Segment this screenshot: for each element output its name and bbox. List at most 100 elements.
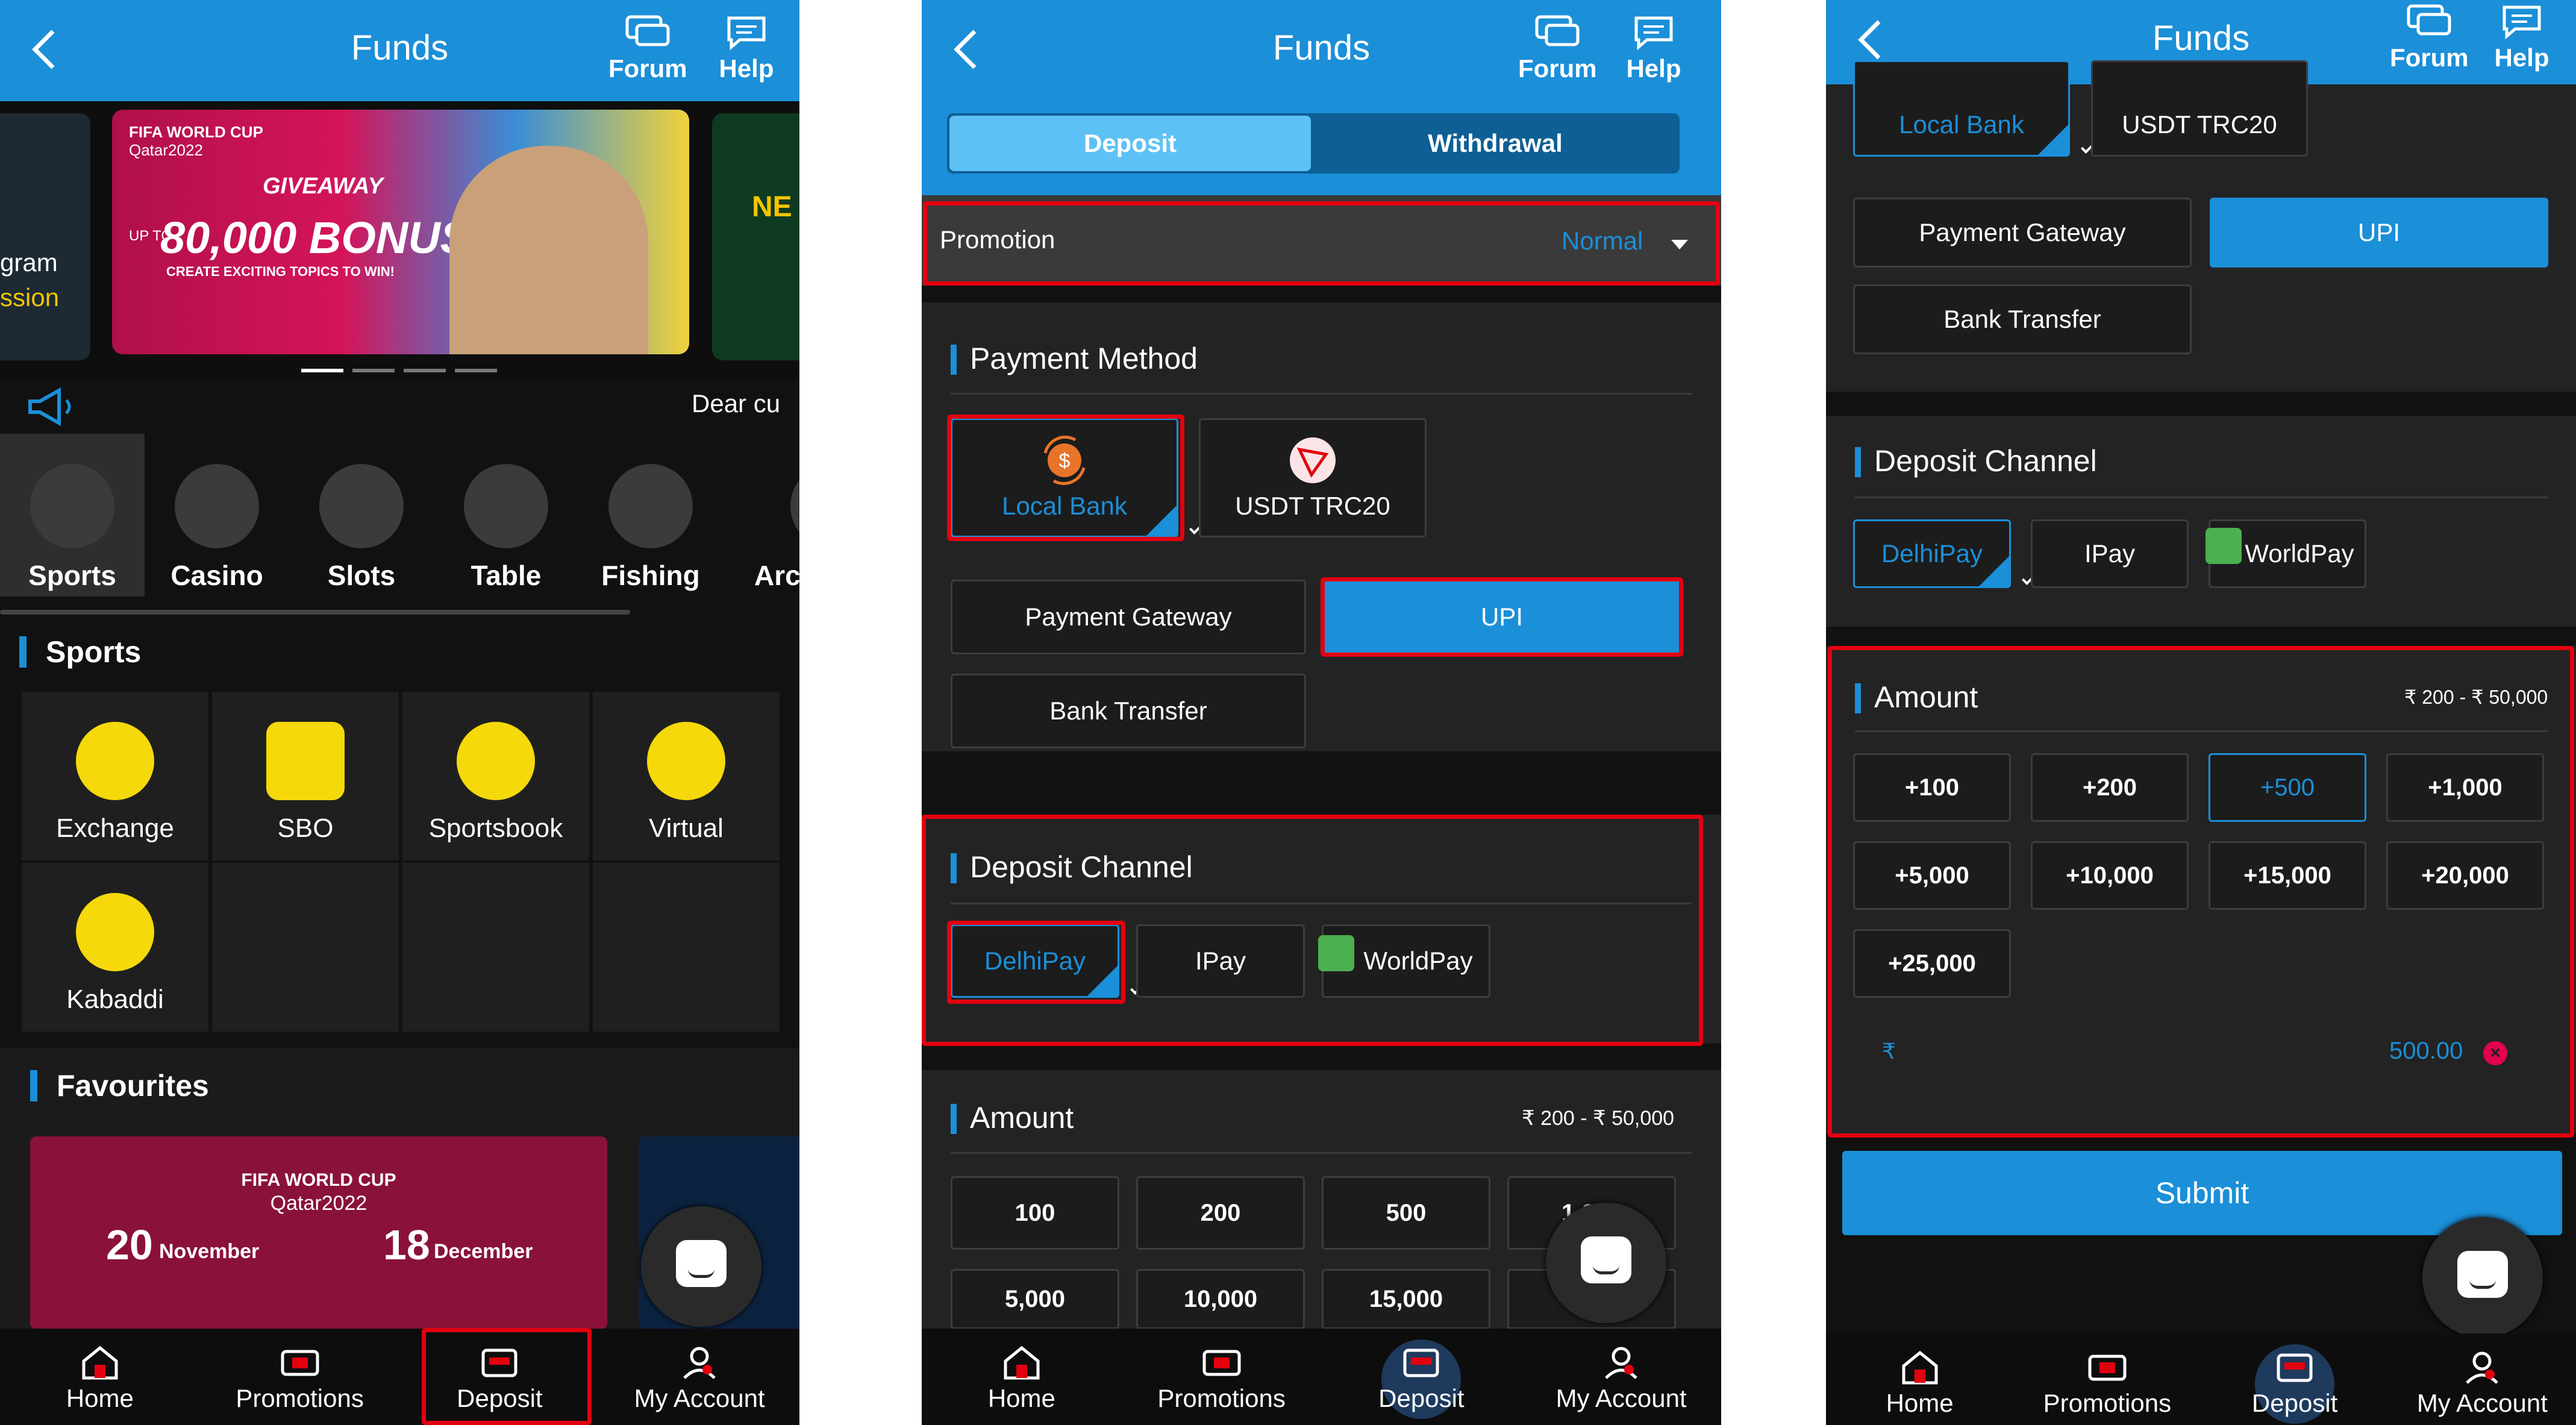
help-button[interactable]: Help <box>2483 4 2561 72</box>
amount-option[interactable]: +5,000 <box>1853 841 2011 910</box>
banner-prev[interactable]: gram ssion <box>0 113 90 360</box>
nav-promotions[interactable]: Promotions <box>1122 1329 1322 1425</box>
favourites-title: Favourites <box>30 1070 209 1101</box>
amount-range: ₹ 200 - ₹ 50,000 <box>2404 686 2548 708</box>
amount-option[interactable]: +15,000 <box>2209 841 2366 910</box>
chat-button[interactable] <box>641 1206 761 1327</box>
banner-prev-text-2: ssion <box>0 283 60 312</box>
sport-sbo[interactable]: SBO <box>212 692 399 860</box>
category-casino[interactable]: Casino <box>145 434 289 597</box>
chat-button[interactable] <box>2422 1217 2543 1338</box>
category-sports[interactable]: Sports <box>0 434 145 597</box>
forum-icon <box>1535 15 1580 46</box>
nav-my-account[interactable]: My Account <box>2389 1333 2576 1425</box>
slot-777-icon <box>319 464 404 548</box>
fav-qatar-text: Qatar2022 <box>270 1192 367 1215</box>
nav-promotions[interactable]: Promotions <box>200 1329 400 1425</box>
wallet-icon <box>481 1348 517 1377</box>
amount-option[interactable]: 15,000 <box>1322 1269 1490 1329</box>
amount-option[interactable]: 200 <box>1136 1176 1305 1250</box>
amount-option-selected[interactable]: +500 <box>2209 753 2366 822</box>
banner-tag: GIVEAWAY <box>263 174 383 199</box>
nav-my-account[interactable]: My Account <box>599 1329 799 1425</box>
banner-carousel[interactable]: gram ssion FIFA WORLD CUP Qatar2022 GIVE… <box>0 101 799 384</box>
payment-method-title: Payment Method <box>951 341 1198 376</box>
soccer-icon <box>30 464 114 548</box>
banner-main[interactable]: FIFA WORLD CUP Qatar2022 GIVEAWAY UP TO … <box>112 110 689 354</box>
amount-option[interactable]: +200 <box>2031 753 2189 822</box>
method-usdt-trc20[interactable]: USDT TRC20 <box>2091 60 2308 157</box>
amount-input-value: 500.00 <box>2389 1038 2463 1064</box>
announcement-text: Dear cu <box>692 389 781 418</box>
category-arcade[interactable]: Arc <box>723 434 799 597</box>
nav-deposit[interactable]: Deposit <box>1322 1329 1522 1425</box>
channel-delhipay[interactable]: DelhiPay <box>1853 519 2037 588</box>
amount-option[interactable]: +20,000 <box>2386 841 2544 910</box>
sub-method-bank-transfer[interactable]: Bank Transfer <box>1853 284 2192 354</box>
amount-option[interactable]: 5,000 <box>951 1269 1119 1329</box>
sub-method-upi[interactable]: UPI <box>2210 198 2548 268</box>
nav-home[interactable]: Home <box>1826 1333 2013 1425</box>
chat-button[interactable] <box>1546 1203 1666 1323</box>
fav-worldcup-card[interactable]: FIFA WORLD CUP Qatar2022 20 November 18 … <box>30 1136 607 1329</box>
method-usdt-trc20[interactable]: USDT TRC20 <box>1199 418 1427 537</box>
category-table[interactable]: Table <box>434 434 578 597</box>
amount-option[interactable]: +1,000 <box>2386 753 2544 822</box>
amount-option[interactable]: +10,000 <box>2031 841 2189 910</box>
fav-cup-text: FIFA WORLD CUP <box>241 1170 396 1190</box>
clear-icon[interactable]: × <box>2483 1041 2507 1065</box>
category-slots[interactable]: Slots <box>289 434 434 597</box>
category-fishing[interactable]: Fishing <box>578 434 723 597</box>
deposit-channel-title: Deposit Channel <box>1855 443 2097 478</box>
channel-ipay[interactable]: IPay <box>2031 519 2189 588</box>
tron-icon <box>1290 437 1336 483</box>
channel-ipay[interactable]: IPay <box>1136 924 1305 998</box>
nav-home[interactable]: Home <box>0 1329 200 1425</box>
kabaddi-icon <box>76 893 154 971</box>
divider <box>951 903 1692 904</box>
promotion-row[interactable]: Promotion Normal <box>922 195 1721 286</box>
payment-method-section: Local Bank USDT TRC20 Payment Gateway UP… <box>1826 60 2576 392</box>
amount-option[interactable]: 10,000 <box>1136 1269 1305 1329</box>
amount-option[interactable]: +25,000 <box>1853 929 2011 998</box>
banner-sub: CREATE EXCITING TOPICS TO WIN! <box>166 264 395 279</box>
method-local-bank[interactable]: Local Bank <box>1853 60 2096 157</box>
tab-deposit[interactable]: Deposit <box>949 116 1311 171</box>
sub-method-payment-gateway[interactable]: Payment Gateway <box>951 580 1306 654</box>
amount-option[interactable]: 500 <box>1322 1176 1490 1250</box>
sport-sportsbook[interactable]: Sportsbook <box>402 692 589 860</box>
forum-button[interactable]: Forum <box>1518 14 1597 83</box>
help-button[interactable]: Help <box>707 14 786 83</box>
nav-home[interactable]: Home <box>922 1329 1122 1425</box>
announcement-bar[interactable]: Dear cu <box>0 380 799 434</box>
sport-virtual[interactable]: Virtual <box>593 692 780 860</box>
nav-my-account[interactable]: My Account <box>1521 1329 1721 1425</box>
submit-button[interactable]: Submit <box>1842 1151 2562 1235</box>
nav-deposit[interactable]: Deposit <box>400 1329 600 1425</box>
help-button[interactable]: Help <box>1615 14 1693 83</box>
method-local-bank[interactable]: $ Local Bank <box>951 418 1204 537</box>
deposit-screen: Funds Forum Help Deposit Withdrawal Prom… <box>922 0 1721 1425</box>
category-scrollbar[interactable] <box>0 610 630 615</box>
sub-method-upi[interactable]: UPI <box>1324 580 1680 654</box>
nav-deposit[interactable]: Deposit <box>2201 1333 2389 1425</box>
sport-exchange[interactable]: Exchange <box>22 692 208 860</box>
sport-kabaddi[interactable]: Kabaddi <box>22 863 208 1032</box>
payment-method-section: Payment Method $ Local Bank USDT TRC20 P… <box>922 302 1721 751</box>
channel-delhipay[interactable]: DelhiPay <box>951 924 1145 998</box>
amount-option[interactable]: +100 <box>1853 753 2011 822</box>
sub-method-bank-transfer[interactable]: Bank Transfer <box>951 674 1306 748</box>
banner-next[interactable]: NE <box>712 113 799 360</box>
tab-withdrawal[interactable]: Withdrawal <box>1313 116 1677 171</box>
deposit-channel-title: Deposit Channel <box>951 850 1193 885</box>
divider <box>951 1152 1692 1154</box>
nav-promotions[interactable]: Promotions <box>2013 1333 2201 1425</box>
app-header: Funds Forum Help Deposit Withdrawal <box>922 0 1721 195</box>
divider <box>1855 496 2548 498</box>
sub-method-payment-gateway[interactable]: Payment Gateway <box>1853 198 2192 268</box>
amount-input[interactable]: ₹ 500.00 × <box>1853 1016 2546 1088</box>
forum-button[interactable]: Forum <box>608 14 687 83</box>
wallet-icon <box>1403 1348 1439 1377</box>
forum-button[interactable]: Forum <box>2390 4 2469 72</box>
amount-option[interactable]: 100 <box>951 1176 1119 1250</box>
